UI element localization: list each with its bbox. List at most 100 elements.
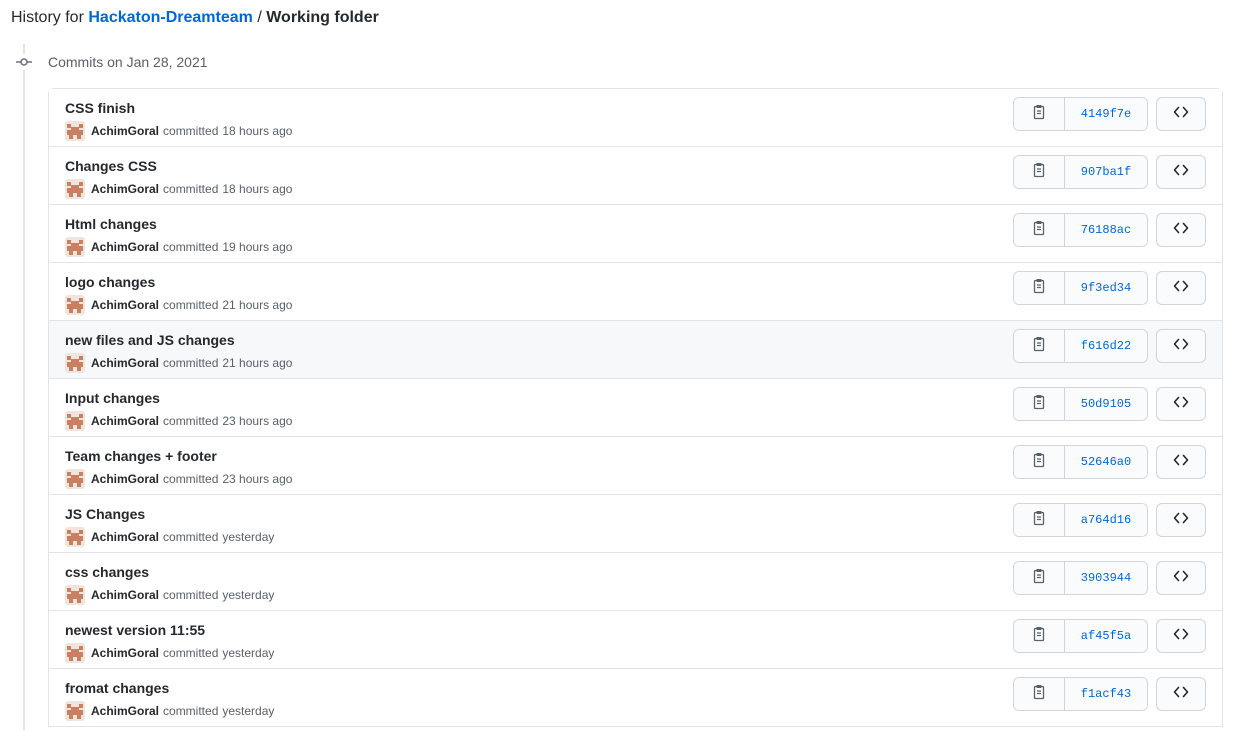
sha-button-group: 76188ac [1013, 213, 1148, 247]
commit-sha-link[interactable]: 907ba1f [1065, 156, 1147, 188]
commit-sha-link[interactable]: 4149f7e [1065, 98, 1147, 130]
commit-verb: committed [163, 356, 219, 370]
commit-author-link[interactable]: AchimGoral [91, 240, 159, 254]
copy-sha-button[interactable] [1014, 330, 1065, 362]
commit-sha-link[interactable]: 50d9105 [1065, 388, 1147, 420]
commit-row: JS Changes AchimGoral committed yesterda… [49, 495, 1222, 553]
commit-actions: 9f3ed34 [1013, 271, 1206, 305]
identicon-avatar[interactable] [65, 701, 85, 721]
path-separator: / [257, 9, 262, 26]
commit-message-link[interactable]: fromat changes [65, 678, 169, 698]
commit-message-link[interactable]: css changes [65, 562, 149, 582]
commit-message-link[interactable]: CSS finish [65, 98, 135, 118]
identicon-avatar[interactable] [65, 295, 85, 315]
commit-author-link[interactable]: AchimGoral [91, 298, 159, 312]
commit-message-link[interactable]: new files and JS changes [65, 330, 235, 350]
commit-author-link[interactable]: AchimGoral [91, 414, 159, 428]
commit-message-link[interactable]: Changes CSS [65, 156, 157, 176]
copy-sha-button[interactable] [1014, 156, 1065, 188]
commit-message-link[interactable]: logo changes [65, 272, 155, 292]
commit-meta: AchimGoral committed yesterday [65, 701, 274, 721]
repo-link[interactable]: Hackaton-Dreamteam [88, 9, 253, 26]
commit-message-link[interactable]: Input changes [65, 388, 160, 408]
identicon-avatar[interactable] [65, 237, 85, 257]
identicon-avatar[interactable] [65, 121, 85, 141]
sha-button-group: af45f5a [1013, 619, 1148, 653]
commit-row: fromat changes AchimGoral committed yest… [49, 669, 1222, 727]
commit-time: 23 hours ago [222, 414, 293, 428]
commit-verb: committed [163, 182, 219, 196]
clipboard-icon [1031, 336, 1047, 357]
commit-sha-link[interactable]: a764d16 [1065, 504, 1147, 536]
browse-repo-button[interactable] [1156, 97, 1206, 131]
commit-sha-link[interactable]: 52646a0 [1065, 446, 1147, 478]
commit-message-link[interactable]: Html changes [65, 214, 157, 234]
clipboard-icon [1031, 394, 1047, 415]
copy-sha-button[interactable] [1014, 562, 1065, 594]
commit-sha-link[interactable]: f616d22 [1065, 330, 1147, 362]
commit-message-link[interactable]: JS Changes [65, 504, 145, 524]
copy-sha-button[interactable] [1014, 678, 1065, 710]
copy-sha-button[interactable] [1014, 620, 1065, 652]
copy-sha-button[interactable] [1014, 272, 1065, 304]
identicon-avatar[interactable] [65, 527, 85, 547]
commit-meta: AchimGoral committed yesterday [65, 585, 274, 605]
commit-time: 23 hours ago [222, 472, 293, 486]
commit-time: 21 hours ago [222, 298, 293, 312]
commit-sha-link[interactable]: 3903944 [1065, 562, 1147, 594]
commit-author-link[interactable]: AchimGoral [91, 472, 159, 486]
commit-actions: 907ba1f [1013, 155, 1206, 189]
copy-sha-button[interactable] [1014, 214, 1065, 246]
copy-sha-button[interactable] [1014, 446, 1065, 478]
commit-author-link[interactable]: AchimGoral [91, 124, 159, 138]
identicon-avatar[interactable] [65, 643, 85, 663]
code-icon [1173, 278, 1189, 299]
sha-button-group: 9f3ed34 [1013, 271, 1148, 305]
copy-sha-button[interactable] [1014, 388, 1065, 420]
commit-verb: committed [163, 298, 219, 312]
commit-sha-link[interactable]: 9f3ed34 [1065, 272, 1147, 304]
copy-sha-button[interactable] [1014, 504, 1065, 536]
clipboard-icon [1031, 162, 1047, 183]
identicon-avatar[interactable] [65, 411, 85, 431]
commit-meta: AchimGoral committed 21 hours ago [65, 353, 292, 373]
identicon-avatar[interactable] [65, 469, 85, 489]
commit-author-link[interactable]: AchimGoral [91, 588, 159, 602]
browse-repo-button[interactable] [1156, 329, 1206, 363]
commit-row: new files and JS changes AchimGoral comm… [49, 321, 1222, 379]
commit-author-link[interactable]: AchimGoral [91, 182, 159, 196]
identicon-avatar[interactable] [65, 585, 85, 605]
commit-message-link[interactable]: Team changes + footer [65, 446, 217, 466]
commit-sha-link[interactable]: 76188ac [1065, 214, 1147, 246]
browse-repo-button[interactable] [1156, 445, 1206, 479]
git-commit-icon [16, 54, 32, 70]
identicon-avatar[interactable] [65, 353, 85, 373]
browse-repo-button[interactable] [1156, 677, 1206, 711]
commit-actions: f616d22 [1013, 329, 1206, 363]
browse-repo-button[interactable] [1156, 561, 1206, 595]
identicon-avatar[interactable] [65, 179, 85, 199]
timeline-line [23, 44, 25, 730]
browse-repo-button[interactable] [1156, 503, 1206, 537]
commit-author-link[interactable]: AchimGoral [91, 704, 159, 718]
commit-actions: 52646a0 [1013, 445, 1206, 479]
browse-repo-button[interactable] [1156, 271, 1206, 305]
commit-actions: 4149f7e [1013, 97, 1206, 131]
commit-sha-link[interactable]: f1acf43 [1065, 678, 1147, 710]
commit-message-link[interactable]: newest version 11:55 [65, 620, 205, 640]
page-title: History for Hackaton-Dreamteam / Working… [11, 7, 379, 29]
code-icon [1173, 220, 1189, 241]
commit-author-link[interactable]: AchimGoral [91, 356, 159, 370]
browse-repo-button[interactable] [1156, 155, 1206, 189]
commit-author-link[interactable]: AchimGoral [91, 646, 159, 660]
commit-sha-link[interactable]: af45f5a [1065, 620, 1147, 652]
copy-sha-button[interactable] [1014, 98, 1065, 130]
browse-repo-button[interactable] [1156, 213, 1206, 247]
commit-actions: f1acf43 [1013, 677, 1206, 711]
browse-repo-button[interactable] [1156, 619, 1206, 653]
sha-button-group: 3903944 [1013, 561, 1148, 595]
browse-repo-button[interactable] [1156, 387, 1206, 421]
commit-author-link[interactable]: AchimGoral [91, 530, 159, 544]
commit-verb: committed [163, 530, 219, 544]
commit-time: yesterday [222, 530, 275, 544]
